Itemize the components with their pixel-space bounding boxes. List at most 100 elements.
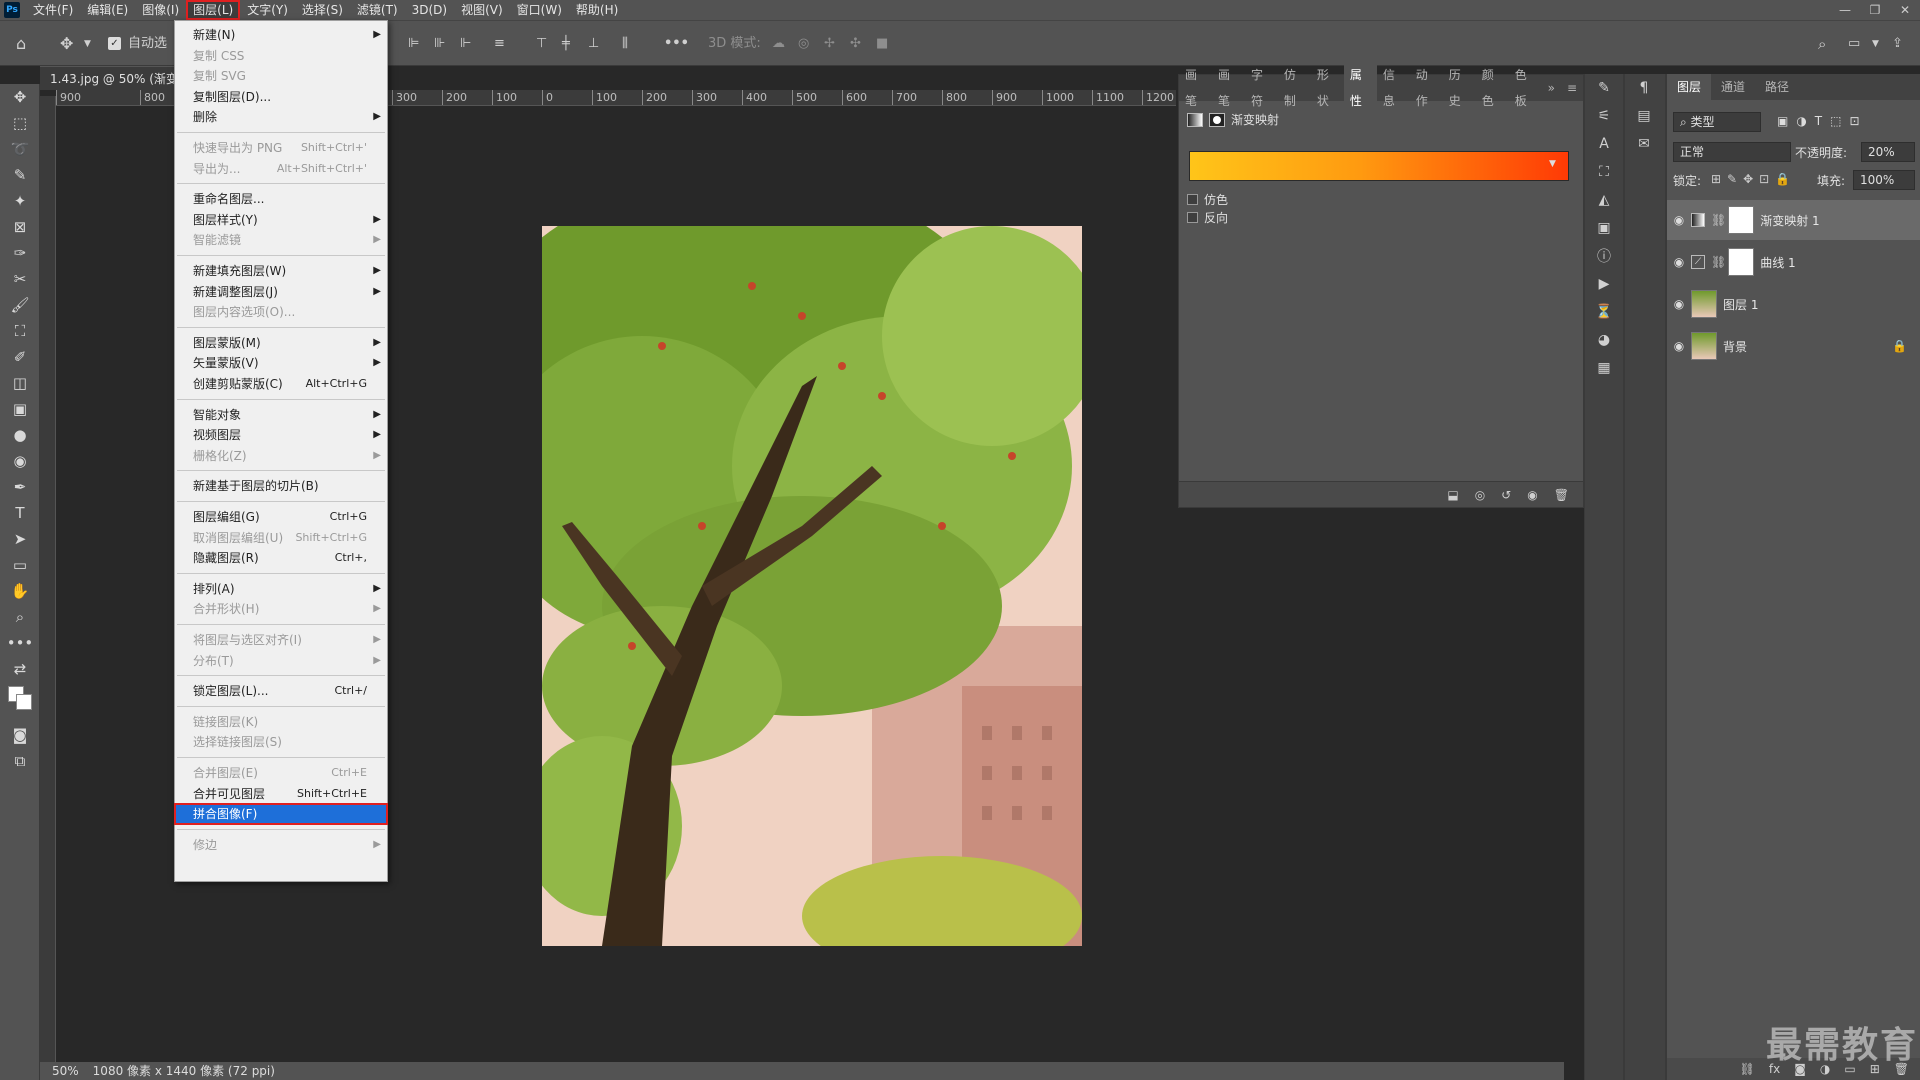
tab-character[interactable]: 字符 [1245, 62, 1278, 114]
menu-item[interactable]: 视频图层 ▶ [175, 425, 387, 445]
panel-expand-icon[interactable]: » [1542, 75, 1561, 101]
menu-item[interactable]: 合并可见图层 Shift+Ctrl+E [175, 784, 387, 804]
menu-item[interactable]: 新建基于图层的切片(B) [175, 476, 387, 496]
gradient-tool-icon[interactable]: ▣ [0, 396, 40, 422]
menu-item[interactable]: 创建剪贴蒙版(C) Alt+Ctrl+G [175, 374, 387, 394]
type-tool-icon[interactable]: T [0, 500, 40, 526]
lock-icons[interactable]: ⊞✎✥⊡🔒 [1711, 172, 1796, 186]
menu-layer[interactable]: 图层(L) [186, 0, 241, 20]
library-icon[interactable]: ▤ [1625, 102, 1663, 130]
layer-row[interactable]: ◉ ⛓ 渐变映射 1 [1667, 200, 1920, 240]
move-tool-icon[interactable]: ✥ [60, 33, 73, 55]
clip-to-layer-icon[interactable]: ⬓ [1447, 488, 1458, 502]
menu-item[interactable]: 新建填充图层(W) ▶ [175, 261, 387, 281]
minimize-button[interactable]: — [1830, 0, 1860, 20]
visibility-eye-icon[interactable]: ◉ [1667, 339, 1691, 353]
align-right-icon[interactable]: ⊩ [460, 33, 471, 55]
menu-item[interactable]: 新建调整图层(J) ▶ [175, 282, 387, 302]
menu-item[interactable]: 锁定图层(L)... Ctrl+/ [175, 681, 387, 701]
chevron-down-icon[interactable]: ▼ [84, 33, 91, 55]
link-icon[interactable]: ⛓ [1711, 213, 1726, 227]
layer-thumbnail[interactable] [1691, 332, 1717, 360]
marquee-tool-icon[interactable]: ⬚ [0, 110, 40, 136]
share-icon[interactable]: ⇪ [1892, 33, 1903, 55]
visibility-eye-icon[interactable]: ◉ [1667, 213, 1691, 227]
tab-history[interactable]: 历史 [1443, 62, 1476, 114]
blur-tool-icon[interactable]: ● [0, 422, 40, 448]
layer-name[interactable]: 渐变映射 1 [1760, 212, 1819, 229]
visibility-eye-icon[interactable]: ◉ [1667, 255, 1691, 269]
swatches-icon[interactable]: ▦ [1585, 354, 1623, 382]
menu-select[interactable]: 选择(S) [295, 0, 350, 20]
crop-tool-icon[interactable]: ✂ [0, 266, 40, 292]
menu-type[interactable]: 文字(Y) [240, 0, 295, 20]
path-select-tool-icon[interactable]: ➤ [0, 526, 40, 552]
shape-panel-icon[interactable]: ◭ [1585, 186, 1623, 214]
quick-mask-icon[interactable]: ◙ [0, 722, 40, 748]
hand-tool-icon[interactable]: ✋ [0, 578, 40, 604]
paragraph-icon[interactable]: ¶ [1625, 74, 1663, 102]
menu-file[interactable]: 文件(F) [26, 0, 80, 20]
tab-paths[interactable]: 路径 [1755, 74, 1799, 100]
menu-item[interactable]: 删除 ▶ [175, 107, 387, 127]
layer-row[interactable]: ◉ ⟋ ⛓ 曲线 1 [1667, 242, 1920, 282]
document-tab[interactable]: 1.43.jpg @ 50% (渐变 [40, 66, 180, 90]
stamp-tool-icon[interactable]: ⛶ [0, 318, 40, 344]
lasso-tool-icon[interactable]: ➰ [0, 136, 40, 162]
tab-layers[interactable]: 图层 [1667, 74, 1712, 100]
filter-icons[interactable]: ▣◑T⬚⊡ [1777, 114, 1868, 128]
dither-checkbox[interactable]: 仿色 [1187, 191, 1228, 208]
workspace-chevron-icon[interactable]: ▼ [1872, 33, 1879, 55]
document-info[interactable]: 1080 像素 x 1440 像素 (72 ppi) [93, 1062, 275, 1080]
opacity-input[interactable]: 20% [1861, 142, 1915, 162]
panel-menu-icon[interactable]: ≡ [1561, 75, 1583, 101]
menu-item[interactable]: 图层编组(G) Ctrl+G [175, 507, 387, 527]
tab-swatches[interactable]: 色板 [1509, 62, 1542, 114]
tab-channels[interactable]: 通道 [1711, 74, 1755, 100]
search-icon[interactable]: ⌕ [1818, 33, 1826, 55]
menu-item[interactable]: 排列(A) ▶ [175, 579, 387, 599]
pen-tool-icon[interactable]: ✒ [0, 474, 40, 500]
info-icon[interactable]: ⓘ [1585, 242, 1623, 270]
stamp-panel-icon[interactable]: ⛶ [1585, 158, 1623, 186]
menu-item[interactable]: 图层样式(Y) ▶ [175, 210, 387, 230]
tab-info[interactable]: 信息 [1377, 62, 1410, 114]
menu-item[interactable]: 拼合图像(F) [174, 803, 388, 826]
tab-color[interactable]: 颜色 [1476, 62, 1509, 114]
eraser-tool-icon[interactable]: ◫ [0, 370, 40, 396]
home-icon[interactable]: ⌂ [16, 33, 26, 55]
link-icon[interactable]: ⛓ [1711, 255, 1726, 269]
align-bottom-icon[interactable]: ⊥ [588, 33, 599, 55]
screen-mode-icon[interactable]: ⧉ [0, 748, 40, 774]
visibility-icon[interactable]: ◉ [1527, 488, 1537, 502]
align-left-icon[interactable]: ⊫ [408, 33, 419, 55]
menu-item[interactable]: 图层蒙版(M) ▶ [175, 333, 387, 353]
move-tool-icon[interactable]: ✥ [0, 84, 40, 110]
visibility-eye-icon[interactable]: ◉ [1667, 297, 1691, 311]
magic-wand-tool-icon[interactable]: ✦ [0, 188, 40, 214]
align-center-icon[interactable]: ⊪ [434, 33, 445, 55]
layer-name[interactable]: 曲线 1 [1760, 254, 1795, 271]
play-icon[interactable]: ▶ [1585, 270, 1623, 298]
link-layers-icon[interactable]: ⛓ [1740, 1062, 1755, 1076]
menu-edit[interactable]: 编辑(E) [80, 0, 135, 20]
document-image[interactable] [542, 226, 1082, 946]
layer-name[interactable]: 图层 1 [1723, 296, 1758, 313]
tab-shape[interactable]: 形状 [1311, 62, 1344, 114]
blend-mode-select[interactable]: 正常 [1673, 142, 1791, 162]
menu-image[interactable]: 图像(I) [135, 0, 186, 20]
menu-item[interactable]: 复制图层(D)... [175, 87, 387, 107]
layer-row[interactable]: ◉ 图层 1 [1667, 284, 1920, 324]
reset-icon[interactable]: ↺ [1501, 488, 1511, 502]
more-options-icon[interactable]: ••• [664, 33, 689, 55]
layer-thumbnail[interactable] [1691, 290, 1717, 318]
gradient-dropdown-icon[interactable]: ▼ [1549, 159, 1556, 169]
menu-item[interactable]: 隐藏图层(R) Ctrl+, [175, 548, 387, 568]
restore-button[interactable]: ❐ [1860, 0, 1890, 20]
align-middle-icon[interactable]: ╪ [562, 33, 570, 55]
mask-icon[interactable] [1209, 112, 1225, 127]
menu-item[interactable]: 重命名图层... [175, 189, 387, 209]
gradient-preview[interactable] [1189, 151, 1569, 181]
auto-select-checkbox[interactable]: ✓ [108, 37, 121, 50]
tab-properties[interactable]: 属性 [1343, 62, 1377, 114]
